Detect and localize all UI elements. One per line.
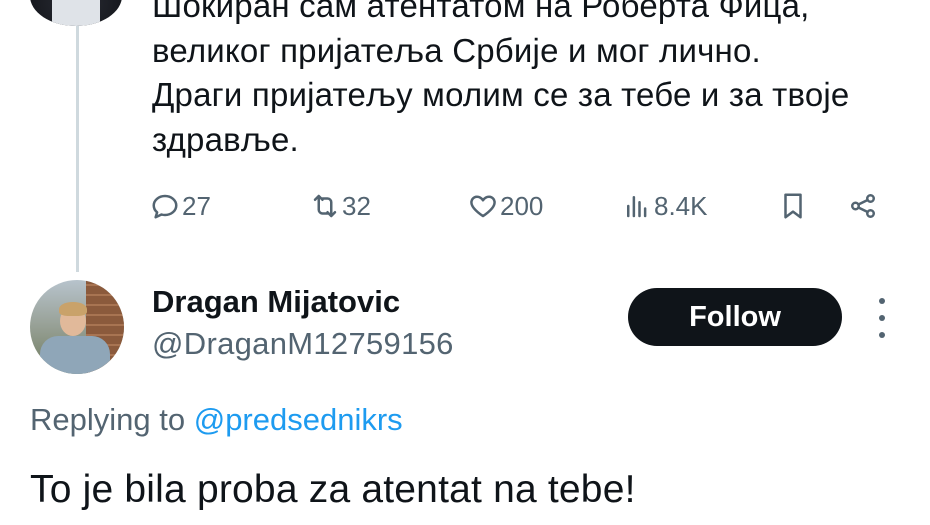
tweet-text-line: Шокиран сам атентатом на Роберта Фица, xyxy=(152,0,810,24)
tweet-text-line: здравље. xyxy=(152,120,299,158)
tweet-action-bar: 27 32 200 8.4K xyxy=(150,184,890,228)
repost-icon xyxy=(313,194,337,218)
reply-button[interactable]: 27 xyxy=(150,184,211,228)
replying-to-line: Replying to @predsednikrs xyxy=(30,402,403,438)
like-button[interactable]: 200 xyxy=(468,184,543,228)
reply-icon xyxy=(152,194,178,219)
original-author-avatar[interactable] xyxy=(30,0,122,26)
views-count: 8.4K xyxy=(654,190,708,221)
like-count: 200 xyxy=(500,190,544,221)
reply-author-avatar[interactable] xyxy=(30,280,124,374)
replying-to-label: Replying to xyxy=(30,402,186,437)
tweet-text-line: великог пријатеља Србије и мог лично. xyxy=(152,31,761,69)
bookmark-button[interactable] xyxy=(778,184,808,228)
like-icon xyxy=(470,195,496,218)
follow-button[interactable]: Follow xyxy=(628,288,842,346)
replying-to-mention[interactable]: @predsednikrs xyxy=(194,402,403,437)
views-icon xyxy=(627,196,647,218)
tweet-text-line: Драги пријатељу молим се за тебе и за тв… xyxy=(152,76,850,113)
share-button[interactable] xyxy=(848,184,878,228)
reply-author-display-name[interactable]: Dragan Mijatovic xyxy=(152,284,400,320)
more-icon xyxy=(879,298,885,304)
views-button[interactable]: 8.4K xyxy=(622,184,708,228)
reply-author-handle[interactable]: @DraganM12759156 xyxy=(152,326,454,362)
repost-button[interactable]: 32 xyxy=(310,184,371,228)
reply-text: To je bila proba za atentat na tebe! xyxy=(30,468,636,511)
bookmark-icon xyxy=(784,193,802,219)
repost-count: 32 xyxy=(342,190,371,221)
reply-count: 27 xyxy=(182,190,211,221)
share-icon xyxy=(851,194,875,218)
more-options-button[interactable] xyxy=(868,298,896,338)
tweet-text: Шокиран сам атентатом на Роберта Фица, в… xyxy=(152,0,922,162)
thread-line xyxy=(76,20,79,272)
